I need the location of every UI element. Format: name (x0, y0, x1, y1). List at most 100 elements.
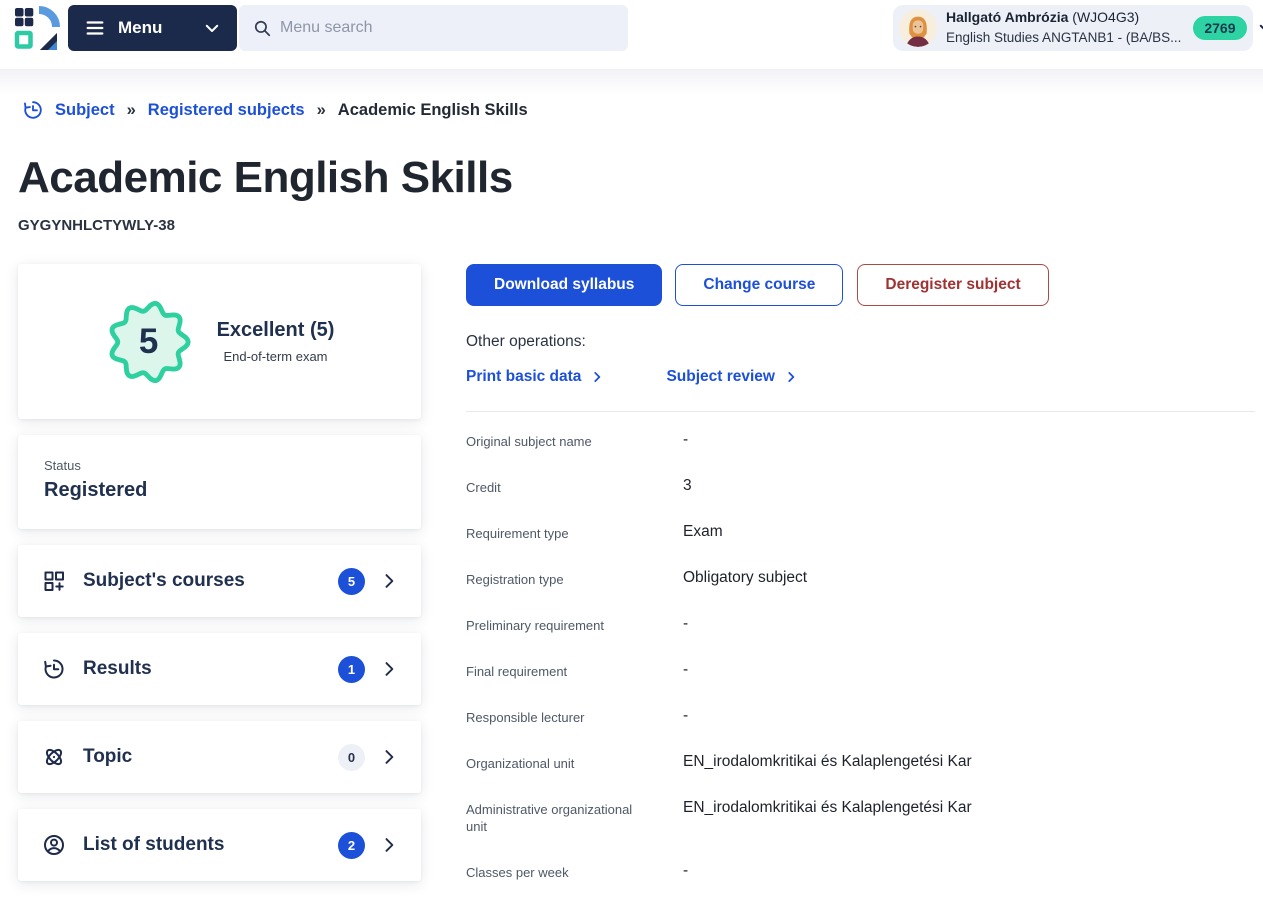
chevron-down-icon (203, 19, 221, 37)
detail-row: Classes per week - (466, 848, 1255, 894)
detail-value: Exam (683, 522, 1255, 542)
detail-row: Organizational unit EN_irodalomkritikai … (466, 739, 1255, 785)
user-name-line: Hallgató Ambrózia (WJO4G3) (946, 9, 1139, 25)
detail-value: - (683, 706, 1255, 726)
app-logo-icon (12, 5, 60, 53)
user-avatar (899, 9, 937, 47)
detail-value: - (683, 660, 1255, 680)
detail-row: Final requirement - (466, 647, 1255, 693)
grade-value: 5 (105, 298, 193, 386)
breadcrumb-link-subject[interactable]: Subject (55, 101, 115, 120)
top-header: Menu (0, 0, 1263, 57)
detail-label: Preliminary requirement (466, 614, 683, 634)
detail-value: EN_irodalomkritikai és Kalaplengetési Ka… (683, 752, 1255, 772)
detail-value: - (683, 430, 1255, 450)
menu-button-label: Menu (118, 18, 203, 38)
change-course-button[interactable]: Change course (675, 264, 843, 306)
breadcrumb-link-registered-subjects[interactable]: Registered subjects (148, 101, 305, 120)
grid-plus-icon (42, 569, 66, 593)
action-buttons: Download syllabus Change course Deregist… (466, 264, 1255, 306)
detail-row: Requirement type Exam (466, 509, 1255, 555)
grade-type: End-of-term exam (217, 349, 335, 364)
atom-icon (42, 745, 66, 769)
sidebar-item-topic[interactable]: Topic 0 (18, 721, 421, 793)
detail-row: Preliminary requirement - (466, 601, 1255, 647)
chevron-right-icon (379, 747, 399, 767)
print-basic-data-link[interactable]: Print basic data (466, 368, 604, 386)
detail-row: Responsible lecturer - (466, 693, 1255, 739)
count-badge: 1 (338, 656, 365, 683)
header-shadow (0, 69, 1263, 95)
page-title: Academic English Skills (18, 153, 1263, 203)
detail-value: EN_irodalomkritikai és Kalaplengetési Ka… (683, 798, 1255, 818)
sidebar-item-subjects-courses[interactable]: Subject's courses 5 (18, 545, 421, 617)
person-circle-icon (42, 833, 66, 857)
user-info: Hallgató Ambrózia (WJO4G3) English Studi… (946, 8, 1181, 48)
count-badge: 2 (338, 832, 365, 859)
chevron-right-icon (379, 659, 399, 679)
detail-row: Credit 3 (466, 463, 1255, 509)
menu-search-input[interactable] (280, 19, 614, 37)
chevron-right-icon (379, 835, 399, 855)
status-label: Status (44, 458, 395, 473)
subject-detail-rows: Original subject name - Credit 3 Require… (466, 417, 1255, 894)
subject-review-link[interactable]: Subject review (666, 368, 798, 386)
chevron-right-icon (784, 370, 798, 384)
detail-value: 3 (683, 476, 1255, 496)
link-label: Print basic data (466, 368, 581, 386)
detail-label: Classes per week (466, 861, 683, 881)
sidebar-item-label: Results (83, 658, 338, 680)
history-icon (42, 657, 66, 681)
detail-label: Requirement type (466, 522, 683, 542)
detail-label: Original subject name (466, 430, 683, 450)
count-badge: 5 (338, 568, 365, 595)
menu-search (239, 5, 628, 51)
subject-code: GYGYNHLCTYWLY-38 (18, 217, 1263, 234)
grade-title: Excellent (5) (217, 319, 335, 342)
notification-count-badge[interactable]: 2769 (1193, 16, 1246, 40)
menu-button[interactable]: Menu (68, 5, 237, 51)
breadcrumb-separator: » (127, 101, 136, 120)
detail-row: Administrative organizational unit EN_ir… (466, 785, 1255, 848)
user-menu[interactable]: Hallgató Ambrózia (WJO4G3) English Studi… (893, 5, 1253, 51)
detail-value: - (683, 861, 1255, 881)
user-name: Hallgató Ambrózia (946, 9, 1068, 25)
grade-text: Excellent (5) End-of-term exam (217, 319, 335, 364)
sidebar-item-list-of-students[interactable]: List of students 2 (18, 809, 421, 881)
operation-links: Print basic data Subject review (466, 368, 1255, 386)
sidebar-item-label: List of students (83, 834, 338, 856)
breadcrumb: Subject » Registered subjects » Academic… (22, 99, 1263, 121)
user-chevron-down-icon[interactable] (1257, 19, 1263, 37)
sidebar-item-label: Topic (83, 746, 338, 768)
deregister-subject-button[interactable]: Deregister subject (857, 264, 1048, 306)
count-badge: 0 (338, 744, 365, 771)
detail-label: Final requirement (466, 660, 683, 680)
breadcrumb-separator: » (317, 101, 326, 120)
detail-row: Original subject name - (466, 417, 1255, 463)
detail-label: Registration type (466, 568, 683, 588)
detail-row: Registration type Obligatory subject (466, 555, 1255, 601)
search-icon (253, 19, 272, 38)
detail-value: Obligatory subject (683, 568, 1255, 588)
details-divider (466, 411, 1255, 412)
hamburger-icon (84, 17, 106, 39)
grade-seal: 5 (105, 298, 193, 386)
history-icon (22, 99, 44, 121)
grade-card: 5 Excellent (5) End-of-term exam (18, 264, 421, 419)
sidebar-item-results[interactable]: Results 1 (18, 633, 421, 705)
chevron-right-icon (590, 370, 604, 384)
download-syllabus-button[interactable]: Download syllabus (466, 264, 662, 306)
user-program: English Studies ANGTANB1 - (BA/BS... (946, 30, 1181, 45)
user-neptun-code: (WJO4G3) (1072, 9, 1139, 25)
left-sidebar: 5 Excellent (5) End-of-term exam Status … (18, 264, 421, 897)
link-label: Subject review (666, 368, 775, 386)
sidebar-item-label: Subject's courses (83, 570, 338, 592)
main-content: 5 Excellent (5) End-of-term exam Status … (0, 264, 1263, 897)
detail-value: - (683, 614, 1255, 634)
status-card: Status Registered (18, 435, 421, 529)
detail-label: Responsible lecturer (466, 706, 683, 726)
detail-label: Administrative organizational unit (466, 798, 683, 835)
subject-details-panel: Download syllabus Change course Deregist… (466, 264, 1255, 894)
detail-label: Credit (466, 476, 683, 496)
chevron-right-icon (379, 571, 399, 591)
